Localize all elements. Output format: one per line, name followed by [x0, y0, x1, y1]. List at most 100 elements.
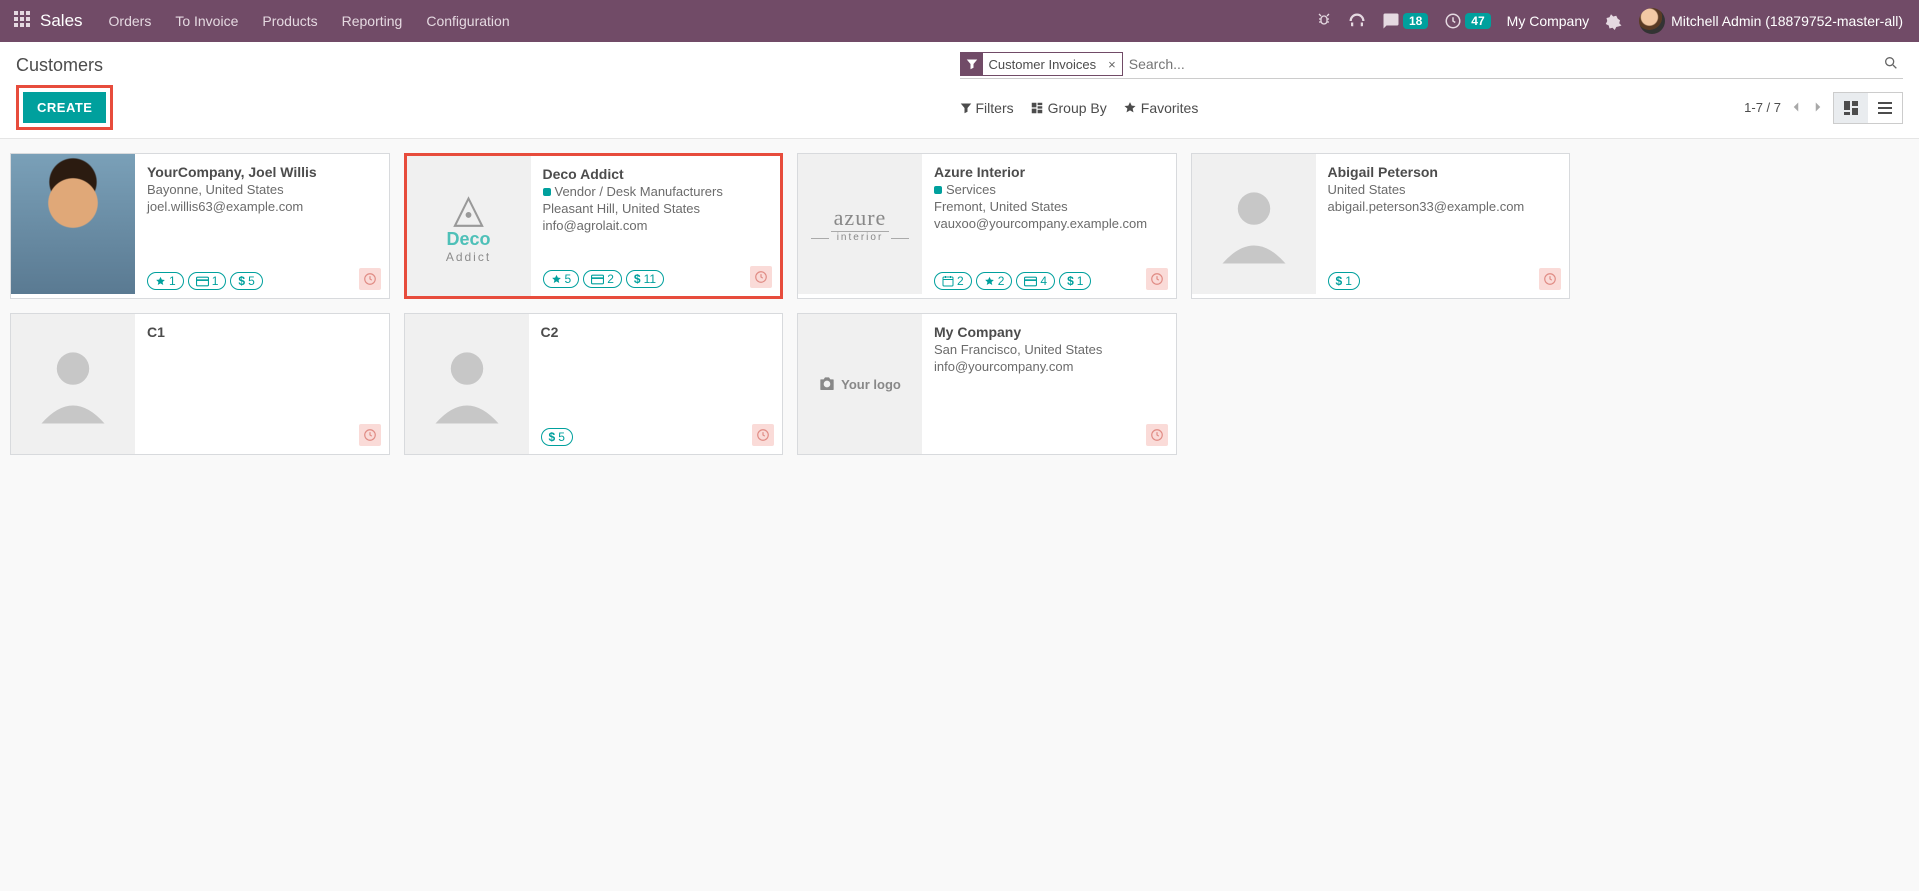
settings-icon[interactable] [1597, 12, 1631, 30]
search-bar[interactable]: Customer Invoices × [960, 52, 1904, 79]
stat-pill-star[interactable]: 2 [976, 272, 1013, 290]
pager-text[interactable]: 1-7 / 7 [1744, 100, 1781, 115]
stat-pill-star[interactable]: 5 [543, 270, 580, 288]
stat-pill-dollar[interactable]: $1 [1328, 272, 1360, 290]
stat-pill-card[interactable]: 1 [188, 272, 227, 290]
breadcrumb: Customers [16, 55, 103, 76]
kanban-view: YourCompany, Joel Willis Bayonne, United … [0, 139, 1919, 469]
search-input[interactable] [1123, 52, 1879, 76]
customer-name: YourCompany, Joel Willis [147, 164, 377, 180]
apps-icon[interactable] [8, 11, 36, 32]
pill-value: 5 [248, 274, 255, 288]
kanban-view-button[interactable] [1834, 93, 1868, 123]
view-switcher [1833, 92, 1903, 124]
stat-pill-card[interactable]: 4 [1016, 272, 1055, 290]
filters-label: Filters [976, 100, 1014, 116]
customer-location: Fremont, United States [934, 199, 1164, 214]
customer-card[interactable]: Abigail PetersonUnited Statesabigail.pet… [1191, 153, 1571, 299]
user-menu[interactable]: Mitchell Admin (18879752-master-all) [1631, 8, 1911, 34]
customer-avatar [11, 314, 135, 454]
stat-pill-dollar[interactable]: $5 [541, 428, 573, 446]
customer-card[interactable]: C2$5 [404, 313, 784, 455]
debug-icon[interactable] [1308, 13, 1340, 29]
groupby-button[interactable]: Group By [1030, 100, 1107, 116]
messages-badge: 18 [1403, 13, 1428, 29]
activities-icon[interactable]: 47 [1436, 12, 1498, 30]
customer-photo [11, 154, 135, 294]
stat-pill-calendar[interactable]: 2 [934, 272, 972, 290]
activity-overdue-icon[interactable] [359, 424, 381, 446]
stat-pills: $1 [1328, 272, 1558, 290]
menu-orders[interactable]: Orders [97, 13, 164, 29]
stat-pill-dollar[interactable]: $1 [1059, 272, 1091, 290]
support-icon[interactable] [1340, 12, 1374, 30]
customer-card[interactable]: azureinteriorAzure InteriorServicesFremo… [797, 153, 1177, 299]
create-highlight: CREATE [16, 85, 113, 130]
pill-value: 4 [1040, 274, 1047, 288]
customer-tag: Services [946, 182, 996, 197]
search-facet: Customer Invoices × [960, 52, 1123, 76]
pill-value: 1 [1345, 274, 1352, 288]
user-avatar [1639, 8, 1665, 34]
customer-name: Deco Addict [543, 166, 769, 182]
customer-location: Bayonne, United States [147, 182, 377, 197]
create-button[interactable]: CREATE [23, 92, 106, 123]
menu-reporting[interactable]: Reporting [330, 13, 415, 29]
pill-value: 5 [558, 430, 565, 444]
customer-location: Pleasant Hill, United States [543, 201, 769, 216]
pill-value: 2 [998, 274, 1005, 288]
pill-value: 1 [169, 274, 176, 288]
pager-prev-icon[interactable] [1789, 100, 1803, 116]
pill-value: 2 [957, 274, 964, 288]
pill-value: 2 [607, 272, 614, 286]
top-navbar: Sales Orders To Invoice Products Reporti… [0, 0, 1919, 42]
activities-badge: 47 [1465, 13, 1490, 29]
pill-value: 11 [644, 272, 656, 286]
avatar-placeholder-icon [28, 338, 118, 431]
pill-value: 1 [212, 274, 219, 288]
customer-name: C1 [147, 324, 377, 340]
company-logo-placeholder: Your logo [819, 376, 901, 392]
customer-card[interactable]: ◬DecoAddictDeco AddictVendor / Desk Manu… [404, 153, 784, 299]
activity-overdue-icon[interactable] [750, 266, 772, 288]
remove-facet-icon[interactable]: × [1102, 57, 1122, 72]
company-switcher[interactable]: My Company [1499, 13, 1597, 29]
app-name[interactable]: Sales [40, 11, 83, 31]
search-icon[interactable] [1879, 55, 1903, 74]
customer-email: joel.willis63@example.com [147, 199, 377, 214]
filters-button[interactable]: Filters [960, 100, 1014, 116]
customer-card[interactable]: Your logoMy CompanySan Francisco, United… [797, 313, 1177, 455]
customer-email: abigail.peterson33@example.com [1328, 199, 1558, 214]
customer-email: info@agrolait.com [543, 218, 769, 233]
menu-configuration[interactable]: Configuration [414, 13, 521, 29]
messages-icon[interactable]: 18 [1374, 12, 1436, 30]
search-facet-label: Customer Invoices [983, 57, 1103, 72]
activity-overdue-icon[interactable] [1146, 424, 1168, 446]
pill-value: 1 [1077, 274, 1084, 288]
list-view-button[interactable] [1868, 93, 1902, 123]
favorites-button[interactable]: Favorites [1123, 100, 1199, 116]
stat-pills: $5 [541, 428, 771, 446]
pill-value: 5 [565, 272, 572, 286]
customer-avatar [405, 314, 529, 454]
stat-pill-dollar[interactable]: $5 [230, 272, 262, 290]
stat-pill-star[interactable]: 1 [147, 272, 184, 290]
stat-pills: 2 2 4 $1 [934, 272, 1164, 290]
activity-overdue-icon[interactable] [359, 268, 381, 290]
stat-pill-card[interactable]: 2 [583, 270, 622, 288]
funnel-icon [961, 53, 983, 75]
tag-dot-icon [543, 188, 551, 196]
stat-pills: 1 1 $5 [147, 272, 377, 290]
activity-overdue-icon[interactable] [1146, 268, 1168, 290]
customer-card[interactable]: YourCompany, Joel Willis Bayonne, United … [10, 153, 390, 299]
user-name: Mitchell Admin (18879752-master-all) [1671, 13, 1903, 29]
customer-card[interactable]: C1 [10, 313, 390, 455]
customer-email: info@yourcompany.com [934, 359, 1164, 374]
activity-overdue-icon[interactable] [752, 424, 774, 446]
customer-avatar: Your logo [798, 314, 922, 454]
activity-overdue-icon[interactable] [1539, 268, 1561, 290]
menu-products[interactable]: Products [250, 13, 329, 29]
menu-to-invoice[interactable]: To Invoice [163, 13, 250, 29]
stat-pill-dollar[interactable]: $11 [626, 270, 664, 288]
pager-next-icon[interactable] [1811, 100, 1825, 116]
